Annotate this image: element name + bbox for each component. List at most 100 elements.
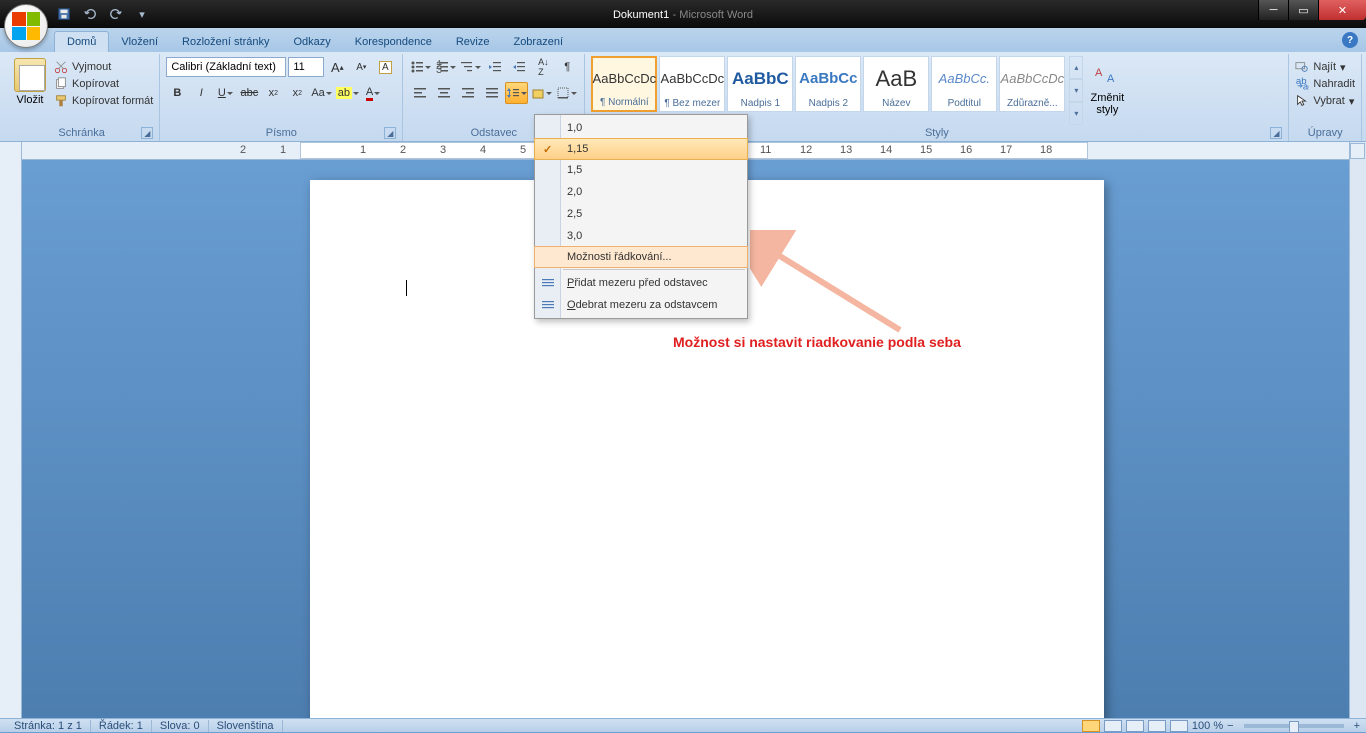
styles-launcher[interactable]: ◢ xyxy=(1270,127,1282,139)
style-item-1[interactable]: AaBbCcDc¶ Bez mezer xyxy=(659,56,725,112)
undo-icon[interactable] xyxy=(80,4,100,24)
save-icon[interactable] xyxy=(54,4,74,24)
line-spacing-option[interactable]: 2,0 xyxy=(535,181,747,203)
tab-page-layout[interactable]: Rozložení stránky xyxy=(170,32,281,52)
align-left-button[interactable] xyxy=(409,82,431,104)
clipboard-launcher[interactable]: ◢ xyxy=(141,127,153,139)
strikethrough-button[interactable]: abc xyxy=(238,82,260,104)
tab-review[interactable]: Revize xyxy=(444,32,502,52)
status-bar: Stránka: 1 z 1 Řádek: 1 Slova: 0 Slovenš… xyxy=(0,718,1366,732)
subscript-button[interactable]: x2 xyxy=(262,82,284,104)
style-item-3[interactable]: AaBbCcNadpis 2 xyxy=(795,56,861,112)
font-launcher[interactable]: ◢ xyxy=(384,127,396,139)
replace-button[interactable]: abacNahradit xyxy=(1295,77,1355,91)
qat-dropdown-icon[interactable]: ▾ xyxy=(132,4,152,24)
change-case-button[interactable]: Aa xyxy=(310,82,332,104)
zoom-slider[interactable] xyxy=(1244,724,1344,728)
line-spacing-option[interactable]: 1,0 xyxy=(535,117,747,139)
select-button[interactable]: Vybrat ▾ xyxy=(1295,94,1355,108)
highlight-button[interactable]: ab xyxy=(335,82,360,104)
line-spacing-option[interactable]: 3,0 xyxy=(535,225,747,247)
line-spacing-option[interactable]: ✓1,15 xyxy=(534,138,748,160)
paste-label: Vložit xyxy=(17,94,44,106)
format-painter-button[interactable]: Kopírovat formát xyxy=(54,94,153,108)
line-spacing-options-item[interactable]: Možnosti řádkování... xyxy=(534,246,748,268)
help-button[interactable]: ? xyxy=(1342,32,1358,48)
status-words[interactable]: Slova: 0 xyxy=(152,720,209,732)
font-name-combo[interactable]: Calibri (Základní text) xyxy=(166,57,286,77)
tab-mailings[interactable]: Korespondence xyxy=(343,32,444,52)
add-space-before-item[interactable]: Přidat mezeru před odstavec xyxy=(535,272,747,294)
find-button[interactable]: Najít ▾ xyxy=(1295,60,1355,74)
line-spacing-option[interactable]: 1,5 xyxy=(535,159,747,181)
app-name: Microsoft Word xyxy=(679,9,753,21)
font-color-button[interactable]: A xyxy=(362,82,384,104)
minimize-button[interactable]: ─ xyxy=(1258,0,1288,20)
view-full-screen-button[interactable] xyxy=(1104,720,1122,732)
change-styles-button[interactable]: AA Změnit styly xyxy=(1087,56,1127,125)
status-page[interactable]: Stránka: 1 z 1 xyxy=(6,720,91,732)
view-print-layout-button[interactable] xyxy=(1082,720,1100,732)
cut-button[interactable]: Vyjmout xyxy=(54,60,153,74)
annotation-arrow-icon xyxy=(750,230,920,340)
numbering-button[interactable]: 123 xyxy=(434,56,457,78)
copy-button[interactable]: Kopírovat xyxy=(54,77,153,91)
view-outline-button[interactable] xyxy=(1148,720,1166,732)
styles-scrollbar[interactable]: ▴▾▾ xyxy=(1069,56,1083,125)
close-button[interactable]: ✕ xyxy=(1318,0,1366,20)
status-language[interactable]: Slovenština xyxy=(209,720,283,732)
status-line[interactable]: Řádek: 1 xyxy=(91,720,152,732)
align-center-button[interactable] xyxy=(433,82,455,104)
style-item-2[interactable]: AaBbCNadpis 1 xyxy=(727,56,793,112)
view-web-layout-button[interactable] xyxy=(1126,720,1144,732)
align-right-button[interactable] xyxy=(457,82,479,104)
group-label-editing: Úpravy xyxy=(1295,125,1355,139)
grow-font-button[interactable]: A▴ xyxy=(326,56,348,78)
ribbon-tabs: Domů Vložení Rozložení stránky Odkazy Ko… xyxy=(0,28,1366,52)
zoom-in-button[interactable]: + xyxy=(1354,720,1360,732)
multilevel-list-button[interactable] xyxy=(459,56,482,78)
font-size-combo[interactable]: 11 xyxy=(288,57,324,77)
borders-button[interactable] xyxy=(555,82,578,104)
style-item-0[interactable]: AaBbCcDc¶ Normální xyxy=(591,56,657,112)
tab-home[interactable]: Domů xyxy=(54,31,109,52)
quick-access-toolbar: ▾ xyxy=(54,0,152,28)
superscript-button[interactable]: x2 xyxy=(286,82,308,104)
bullets-button[interactable] xyxy=(409,56,432,78)
style-item-5[interactable]: AaBbCc.Podtitul xyxy=(931,56,997,112)
italic-button[interactable]: I xyxy=(190,82,212,104)
zoom-out-button[interactable]: − xyxy=(1227,720,1233,732)
line-spacing-button[interactable] xyxy=(505,82,528,104)
underline-button[interactable]: U xyxy=(214,82,236,104)
shrink-font-button[interactable]: A▾ xyxy=(350,56,372,78)
ruler-toggle-button[interactable] xyxy=(1350,143,1365,159)
vertical-scrollbar[interactable] xyxy=(1349,142,1366,718)
increase-indent-button[interactable] xyxy=(508,56,530,78)
show-marks-button[interactable]: ¶ xyxy=(556,56,578,78)
office-button[interactable] xyxy=(4,4,48,48)
shading-button[interactable] xyxy=(530,82,553,104)
remove-space-after-item[interactable]: Odebrat mezeru za odstavcem xyxy=(535,294,747,316)
title-bar: ▾ Dokument1 - Microsoft Word ─ ▭ ✕ xyxy=(0,0,1366,28)
style-item-4[interactable]: AaBNázev xyxy=(863,56,929,112)
maximize-button[interactable]: ▭ xyxy=(1288,0,1318,20)
bold-button[interactable]: B xyxy=(166,82,188,104)
tab-insert[interactable]: Vložení xyxy=(109,32,170,52)
redo-icon[interactable] xyxy=(106,4,126,24)
paste-button[interactable]: Vložit xyxy=(10,56,50,125)
group-label-clipboard: Schránka◢ xyxy=(10,125,153,139)
window-controls: ─ ▭ ✕ xyxy=(1258,0,1366,20)
decrease-indent-button[interactable] xyxy=(484,56,506,78)
style-item-6[interactable]: AaBbCcDcZdůrazně... xyxy=(999,56,1065,112)
tab-references[interactable]: Odkazy xyxy=(281,32,342,52)
sort-button[interactable]: A↓Z xyxy=(532,56,554,78)
line-spacing-option[interactable]: 2,5 xyxy=(535,203,747,225)
zoom-level[interactable]: 100 % xyxy=(1192,720,1223,732)
vertical-ruler[interactable] xyxy=(0,142,22,718)
clear-formatting-button[interactable]: A xyxy=(374,56,396,78)
document-name: Dokument1 xyxy=(613,9,669,21)
justify-button[interactable] xyxy=(481,82,503,104)
paste-icon xyxy=(14,58,46,92)
view-draft-button[interactable] xyxy=(1170,720,1188,732)
tab-view[interactable]: Zobrazení xyxy=(501,32,575,52)
